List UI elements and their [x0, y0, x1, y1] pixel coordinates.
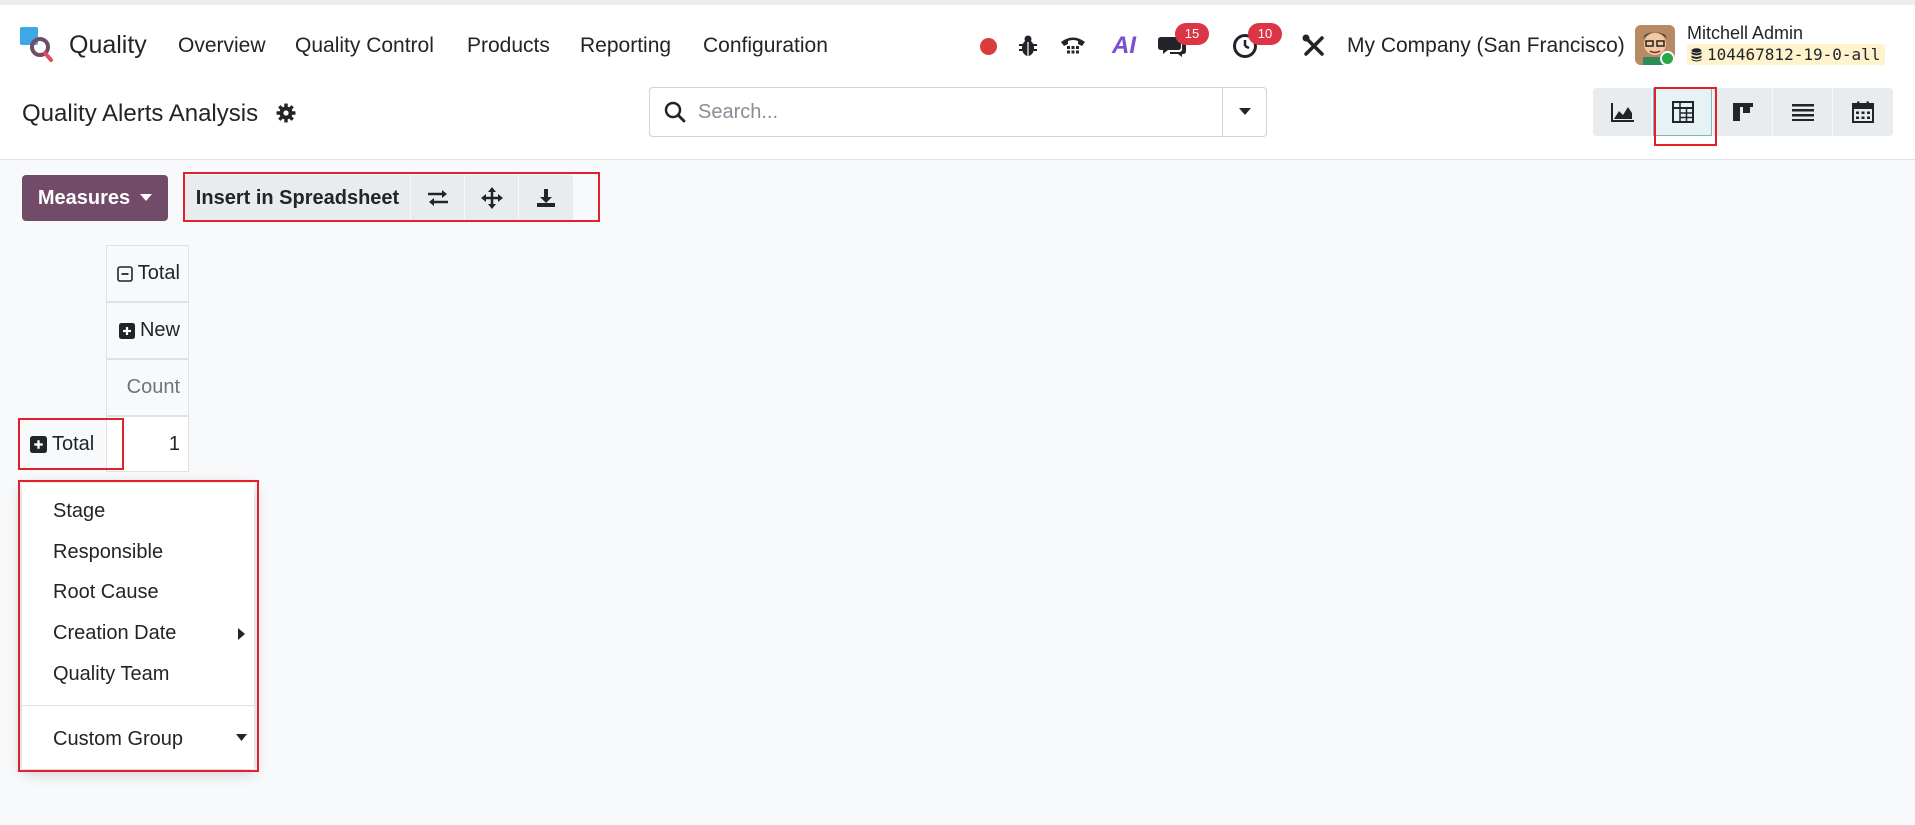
- phone-icon[interactable]: [1058, 31, 1088, 61]
- pivot-toolbar: Insert in Spreadsheet: [185, 175, 573, 221]
- groupby-option-stage[interactable]: Stage: [53, 500, 105, 523]
- ai-label: AI: [1112, 32, 1136, 59]
- menu-overview[interactable]: Overview: [178, 34, 266, 58]
- measures-button[interactable]: Measures: [22, 175, 168, 221]
- table-grid-icon: [1671, 101, 1694, 123]
- calendar-view-button[interactable]: [1833, 88, 1893, 136]
- bug-icon[interactable]: [1016, 31, 1040, 61]
- plus-square-icon: [118, 322, 135, 339]
- insert-in-spreadsheet-button[interactable]: Insert in Spreadsheet: [185, 175, 411, 221]
- groupby-option-root-cause[interactable]: Root Cause: [53, 581, 159, 604]
- groupby-custom-group[interactable]: Custom Group: [53, 728, 183, 751]
- kanban-icon: [1732, 103, 1753, 121]
- kanban-view-button[interactable]: [1713, 88, 1773, 136]
- chat-icon[interactable]: 15: [1157, 23, 1209, 61]
- caret-down-icon: [236, 734, 247, 741]
- pivot-cell-value[interactable]: 1: [106, 416, 189, 472]
- online-status-dot: [1660, 51, 1675, 66]
- dropdown-divider: [22, 705, 254, 706]
- menu-quality-control[interactable]: Quality Control: [295, 34, 434, 58]
- menu-products[interactable]: Products: [467, 34, 550, 58]
- pivot-measure-label: Count: [126, 376, 180, 398]
- pivot-col-header-total[interactable]: Total: [106, 245, 189, 302]
- record-icon[interactable]: [978, 31, 998, 61]
- arrows-move-icon: [480, 187, 503, 209]
- groupby-option-creation-date[interactable]: Creation Date: [53, 622, 176, 645]
- menu-reporting[interactable]: Reporting: [580, 34, 671, 58]
- caret-down-icon: [1238, 108, 1251, 115]
- minus-square-icon: [116, 265, 133, 282]
- pivot-view-button[interactable]: [1653, 88, 1713, 136]
- calendar-icon: [1852, 101, 1874, 123]
- search-options-toggle[interactable]: [1222, 88, 1266, 136]
- pivot-col-new-label: New: [139, 319, 180, 341]
- list-icon: [1791, 104, 1814, 121]
- caret-down-icon: [140, 194, 153, 201]
- search-icon: [664, 101, 686, 123]
- expand-all-button[interactable]: [465, 175, 519, 221]
- download-xlsx-button[interactable]: [519, 175, 573, 221]
- flip-axis-button[interactable]: [411, 175, 465, 221]
- view-switcher: [1593, 88, 1893, 136]
- ai-icon[interactable]: AI: [1108, 31, 1140, 61]
- tools-icon[interactable]: [1300, 31, 1328, 61]
- control-panel: Quality Alerts Analysis: [0, 82, 1915, 160]
- area-chart-icon: [1610, 103, 1634, 122]
- groupby-option-responsible[interactable]: Responsible: [53, 541, 163, 564]
- quality-app-icon[interactable]: [20, 27, 54, 63]
- database-icon: [1691, 47, 1702, 61]
- activity-clock-icon[interactable]: 10: [1230, 23, 1282, 61]
- list-view-button[interactable]: [1773, 88, 1833, 136]
- database-name: 104467812-19-0-all: [1707, 45, 1881, 64]
- menu-configuration[interactable]: Configuration: [703, 34, 828, 58]
- pivot-col-header-new[interactable]: New: [106, 302, 189, 359]
- groupby-dropdown: Stage Responsible Root Cause Creation Da…: [22, 483, 254, 769]
- top-navbar: Quality Overview Quality Control Product…: [0, 0, 1915, 82]
- app-name[interactable]: Quality: [69, 31, 147, 60]
- groupby-option-quality-team[interactable]: Quality Team: [53, 663, 169, 686]
- gear-icon[interactable]: [276, 103, 296, 123]
- exchange-icon: [427, 190, 448, 206]
- user-name[interactable]: Mitchell Admin: [1687, 23, 1803, 44]
- chat-badge: 15: [1175, 23, 1209, 45]
- caret-right-icon: [238, 628, 245, 640]
- database-badge: 104467812-19-0-all: [1687, 44, 1886, 65]
- search-bar: [649, 87, 1267, 137]
- download-icon: [537, 189, 555, 207]
- graph-view-button[interactable]: [1593, 88, 1653, 136]
- page-title: Quality Alerts Analysis: [22, 100, 259, 127]
- pivot-row-total-label: Total: [52, 432, 95, 455]
- company-switcher[interactable]: My Company (San Francisco): [1347, 34, 1625, 58]
- pivot-measure-header: Count: [106, 359, 189, 416]
- plus-square-icon: [30, 435, 47, 453]
- search-input[interactable]: [698, 89, 1198, 135]
- measures-label: Measures: [37, 186, 131, 209]
- pivot-row-header-total[interactable]: Total: [22, 416, 106, 472]
- activity-badge: 10: [1248, 23, 1282, 45]
- pivot-col-total-label: Total: [137, 262, 180, 284]
